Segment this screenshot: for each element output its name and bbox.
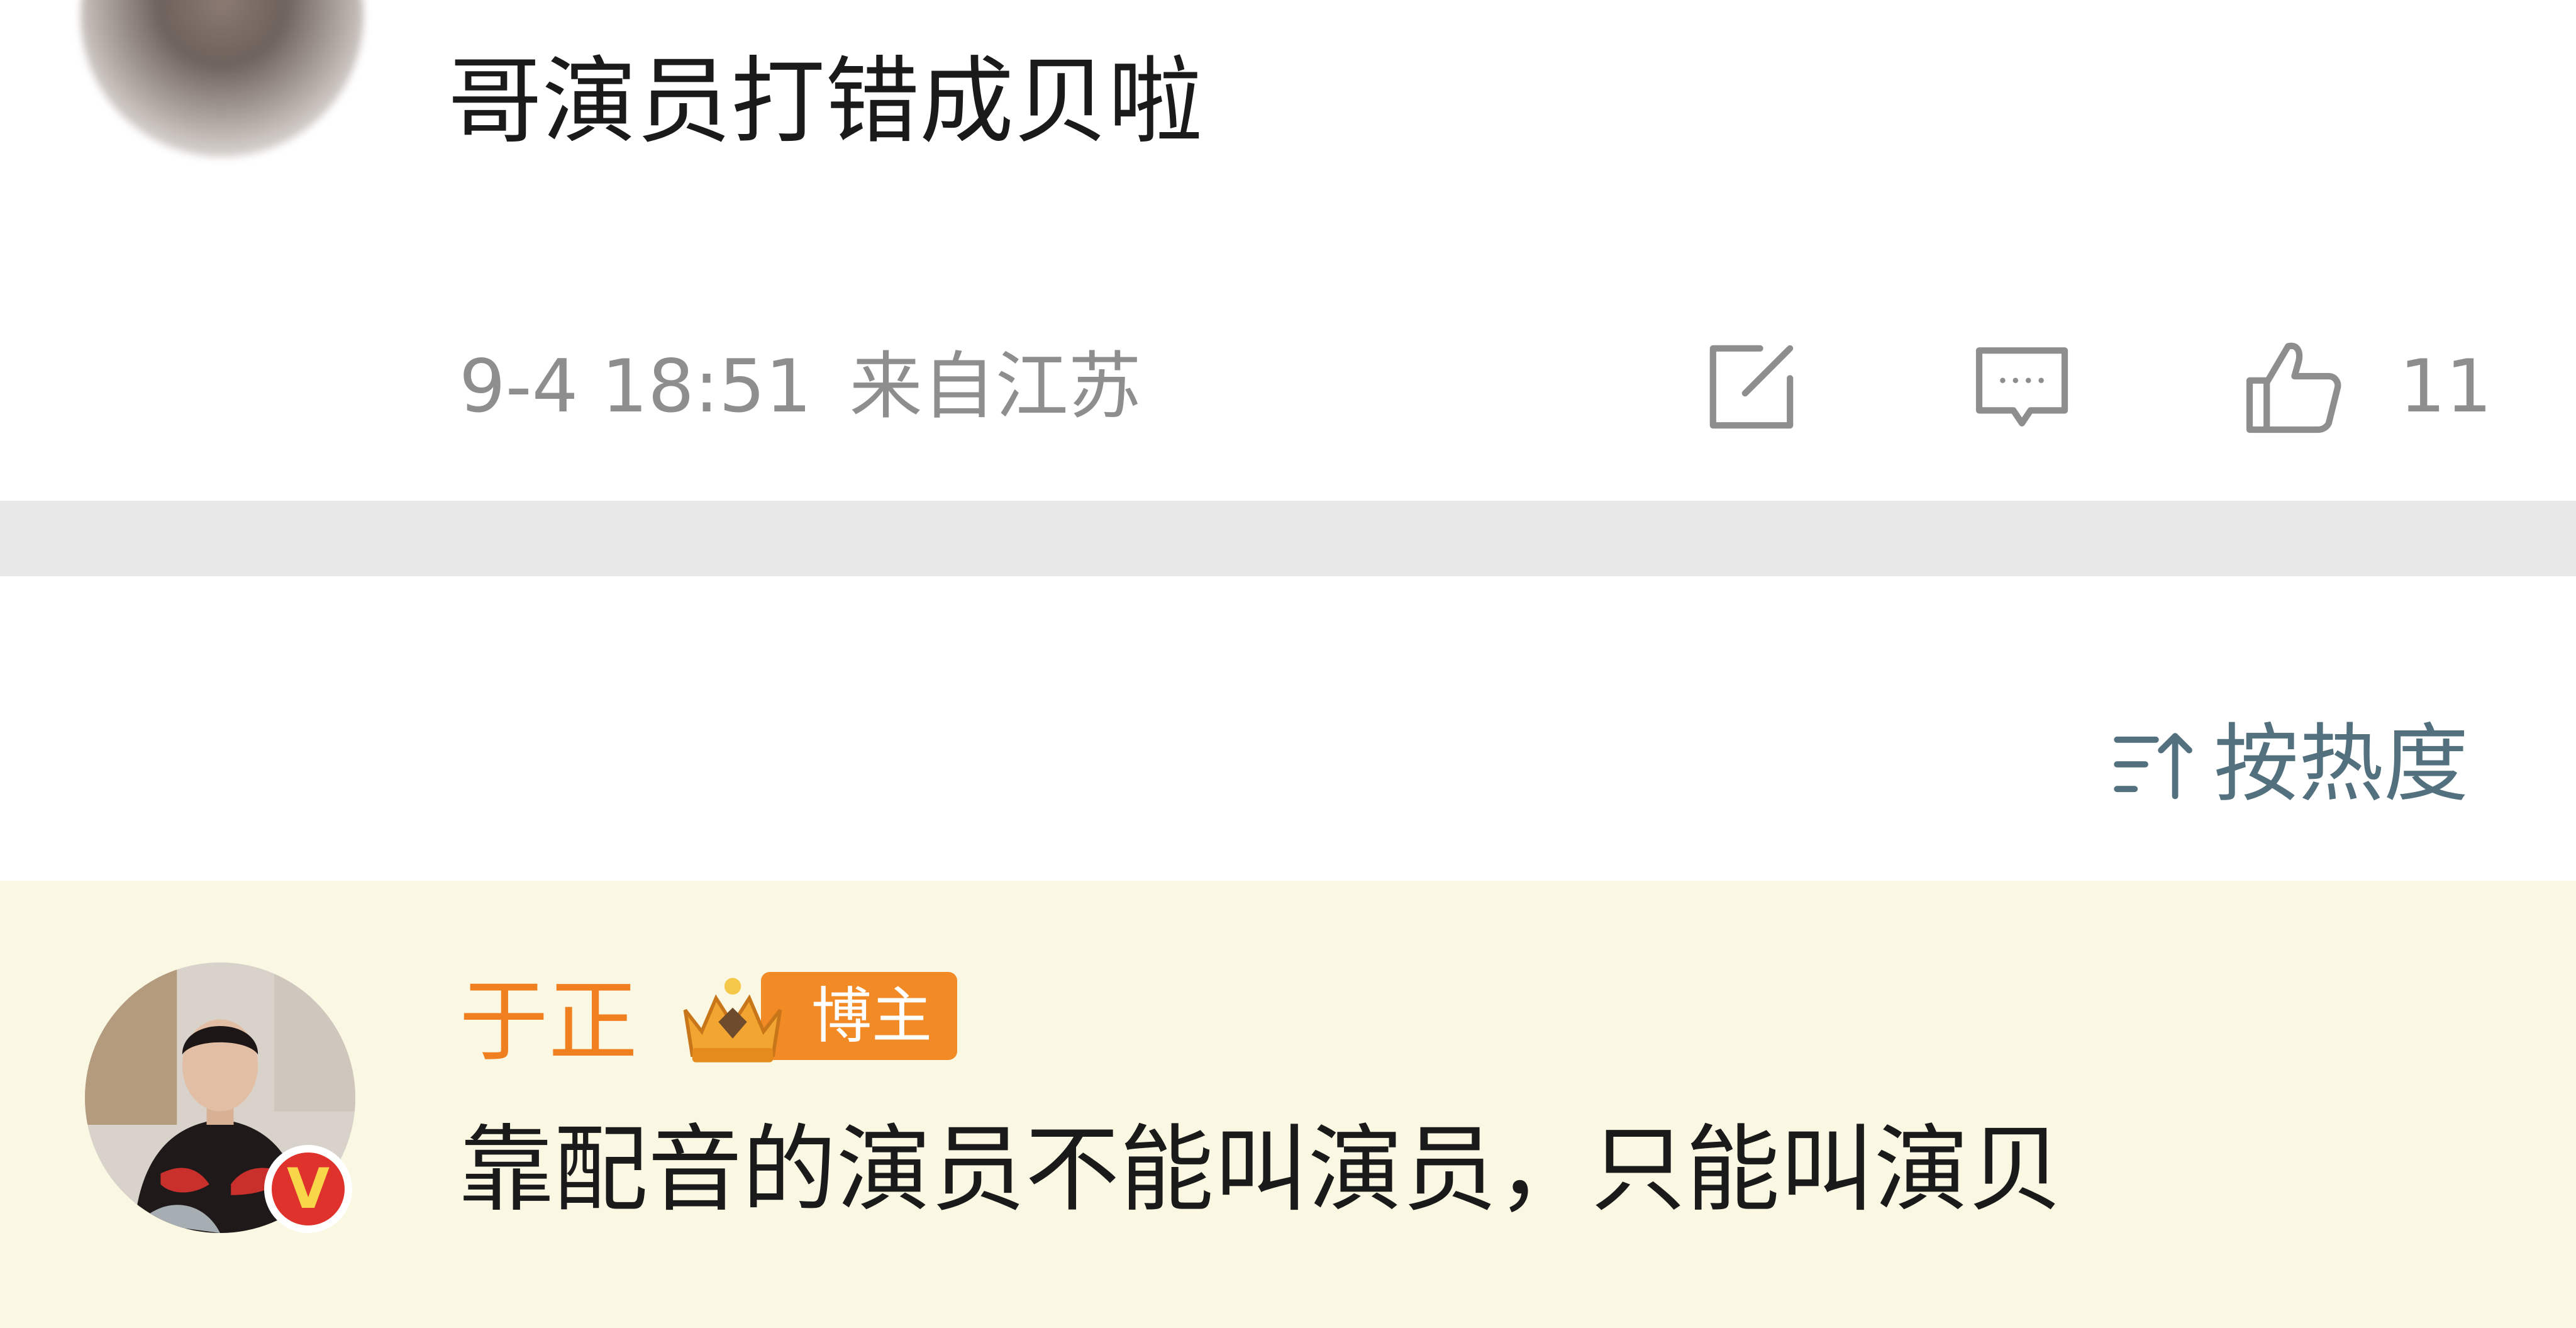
sort-icon (2107, 720, 2201, 808)
top-comment: 哥演员打错成贝啦 9-4 18:51 来自江苏 11 (0, 0, 2576, 501)
author-badge: 博主 (673, 956, 957, 1076)
comment-meta: 9-4 18:51 来自江苏 (459, 340, 1141, 434)
reply-text: 靠配音的演员不能叫演员，只能叫演贝 (459, 1115, 2063, 1225)
comment-text: 哥演员打错成贝啦 (448, 47, 1203, 157)
comment-location: 来自江苏 (849, 344, 1141, 429)
like-count: 11 (2399, 344, 2492, 429)
avatar[interactable] (80, 0, 364, 157)
thumbs-up-icon[interactable] (2239, 333, 2346, 440)
verified-v-icon: V (264, 1145, 352, 1233)
section-divider (0, 501, 2576, 576)
sort-label: 按热度 (2214, 715, 2468, 813)
weibo-comment-page: 哥演员打错成贝啦 9-4 18:51 来自江苏 11 按热度 V 于正 博主 靠… (0, 0, 2576, 1328)
crown-icon (673, 963, 792, 1069)
author-name[interactable]: 于正 (459, 969, 638, 1076)
reply-icon[interactable] (1968, 333, 2075, 440)
comment-time: 9-4 18:51 (459, 344, 812, 429)
author-reply (0, 881, 2576, 1328)
sort-by-hot-button[interactable]: 按热度 (2107, 714, 2468, 815)
share-icon[interactable] (1698, 333, 1805, 440)
